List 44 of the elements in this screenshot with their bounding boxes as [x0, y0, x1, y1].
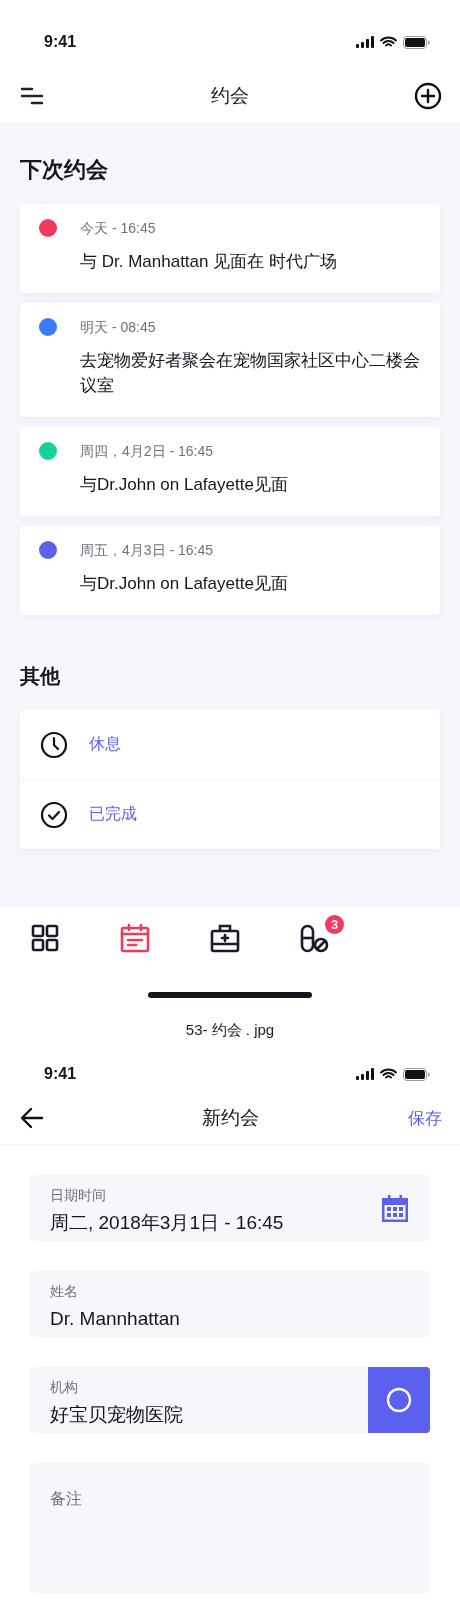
menu-icon[interactable] — [20, 86, 44, 106]
wifi-icon — [380, 36, 397, 48]
appointment-card[interactable]: 周五，4月3日 - 16:45 与Dr.John on Lafayette见面 — [20, 526, 440, 615]
signal-icon — [356, 1068, 374, 1080]
check-circle-icon — [40, 800, 68, 829]
grid-icon — [30, 923, 60, 953]
image-caption: 53- 约会 . jpg — [184, 1020, 276, 1040]
appointment-time: 周五，4月3日 - 16:45 — [80, 541, 215, 560]
count-badge: 3 — [325, 915, 344, 934]
save-button[interactable]: 保存 — [408, 1106, 442, 1130]
battery-icon — [403, 1067, 430, 1081]
appointment-title: 去宠物爱好者聚会在宠物国家社区中心二楼会议室 — [80, 350, 421, 397]
clock-icon — [40, 730, 68, 759]
section-heading: 其他 — [20, 664, 61, 689]
appointment-time: 明天 - 08:45 — [80, 318, 157, 337]
appointment-time: 周四，4月2日 - 16:45 — [80, 442, 215, 461]
name-field[interactable]: 姓名 Dr. Mannhattan — [30, 1271, 430, 1337]
section-heading: 下次约会 — [20, 156, 109, 184]
appointment-title: 与Dr.John on Lafayette见面 — [80, 474, 289, 496]
status-time: 9:41 — [44, 32, 77, 52]
screen-title: 约会 — [211, 84, 249, 108]
select-button[interactable] — [368, 1367, 430, 1433]
medical-kit-icon — [210, 923, 240, 953]
appointment-card[interactable]: 今天 - 16:45 与 Dr. Manhattan 见面在 时代广场 — [20, 204, 440, 293]
appointment-title: 与 Dr. Manhattan 见面在 时代广场 — [80, 251, 338, 273]
calendar-icon — [120, 923, 150, 953]
list-item[interactable]: 休息 — [20, 710, 440, 780]
calendar-icon[interactable] — [380, 1193, 410, 1223]
status-time: 9:41 — [44, 1064, 77, 1084]
pills-tab[interactable]: 3 — [270, 915, 360, 961]
screen-title: 新约会 — [201, 1106, 259, 1130]
back-arrow-icon[interactable] — [20, 1107, 44, 1129]
signal-icon — [356, 36, 374, 48]
wifi-icon — [380, 1068, 397, 1080]
appointment-card[interactable]: 周四，4月2日 - 16:45 与Dr.John on Lafayette见面 — [20, 427, 440, 516]
appointment-card[interactable]: 明天 - 08:45 去宠物爱好者聚会在宠物国家社区中心二楼会议室 — [20, 303, 440, 417]
add-icon[interactable] — [414, 82, 442, 110]
appointment-title: 与Dr.John on Lafayette见面 — [80, 573, 289, 595]
notes-field[interactable]: 备注 — [30, 1463, 430, 1593]
battery-icon — [403, 35, 430, 49]
pills-icon — [300, 923, 330, 953]
list-item[interactable]: 已完成 — [20, 780, 440, 849]
circle-icon — [386, 1387, 412, 1413]
appointment-time: 今天 - 16:45 — [80, 219, 157, 238]
